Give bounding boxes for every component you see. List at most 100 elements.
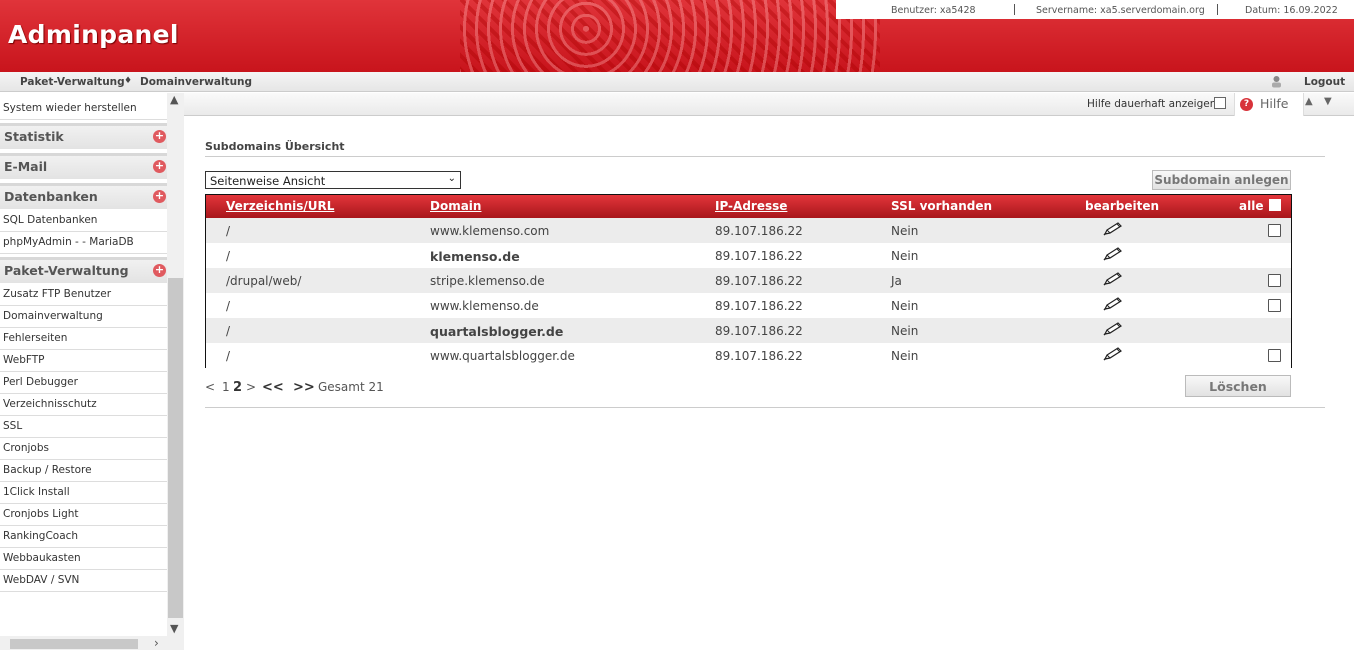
cell-ip: 89.107.186.22 <box>715 349 803 363</box>
sidebar-item-webbaukasten[interactable]: Webbaukasten <box>0 548 167 570</box>
subdomain-table: Verzeichnis/URL Domain IP-Adresse SSL vo… <box>205 194 1292 368</box>
cell-ssl: Nein <box>891 299 919 313</box>
arrow-down-icon[interactable]: ▼ <box>1324 96 1332 107</box>
scrollbar-thumb[interactable] <box>168 278 183 618</box>
sidebar-item-1click-install[interactable]: 1Click Install <box>0 482 167 504</box>
column-header-edit: bearbeiten <box>1085 199 1160 213</box>
sidebar-item-ssl[interactable]: SSL <box>0 416 167 438</box>
view-select[interactable]: Seitenweise Ansicht ⌄ <box>205 171 461 189</box>
view-select-value: Seitenweise Ansicht <box>210 174 326 188</box>
header-texture <box>460 0 880 72</box>
pencil-icon[interactable] <box>1103 322 1125 336</box>
expand-icon[interactable]: + <box>153 190 166 203</box>
breadcrumb: Paket-Verwaltung ♦ Domainverwaltung Logo… <box>0 72 1354 92</box>
sidebar-item-zusatz-ftp[interactable]: Zusatz FTP Benutzer <box>0 284 167 306</box>
breadcrumb-paket-verwaltung[interactable]: Paket-Verwaltung <box>20 76 125 88</box>
user-icon[interactable] <box>1270 75 1283 88</box>
column-header-ip[interactable]: IP-Adresse <box>715 199 787 213</box>
cell-ip: 89.107.186.22 <box>715 324 803 338</box>
cell-ip: 89.107.186.22 <box>715 299 803 313</box>
column-header-directory[interactable]: Verzeichnis/URL <box>226 199 334 213</box>
divider <box>205 407 1325 408</box>
row-checkbox[interactable] <box>1268 349 1281 362</box>
table-row: / klemenso.de 89.107.186.22 Nein <box>206 243 1291 268</box>
help-label: Hilfe <box>1260 96 1289 111</box>
sidebar-section-label: Statistik <box>4 129 64 144</box>
table-row: / quartalsblogger.de 89.107.186.22 Nein <box>206 318 1291 343</box>
cell-ssl: Ja <box>891 274 902 288</box>
cell-ssl: Nein <box>891 249 919 263</box>
select-all-checkbox[interactable] <box>1269 199 1281 211</box>
expand-icon[interactable]: + <box>153 264 166 277</box>
sidebar-item-webftp[interactable]: WebFTP <box>0 350 167 372</box>
help-icon: ? <box>1240 98 1253 111</box>
breadcrumb-domainverwaltung[interactable]: Domainverwaltung <box>140 76 252 88</box>
expand-icon[interactable]: + <box>153 160 166 173</box>
chevron-up-icon[interactable]: ▲ <box>170 93 178 106</box>
create-subdomain-button[interactable]: Subdomain anlegen <box>1152 170 1291 190</box>
pager-last[interactable]: >> <box>293 380 315 395</box>
cell-directory: / <box>226 324 231 338</box>
sidebar-section-paket-verwaltung[interactable]: Paket-Verwaltung + <box>0 257 167 283</box>
column-header-domain[interactable]: Domain <box>430 199 481 213</box>
sidebar-item-system-restore[interactable]: System wieder herstellen <box>0 98 167 120</box>
sidebar-item-webdav-svn[interactable]: WebDAV / SVN <box>0 570 167 592</box>
cell-domain: stripe.klemenso.de <box>430 274 545 288</box>
pencil-icon[interactable] <box>1103 347 1125 361</box>
help-tab[interactable]: ? Hilfe <box>1234 93 1304 116</box>
arrow-up-icon[interactable]: ▲ <box>1305 96 1313 107</box>
sidebar-item-fehlerseiten[interactable]: Fehlerseiten <box>0 328 167 350</box>
sidebar-section-email[interactable]: E-Mail + <box>0 153 167 179</box>
pager-page-1[interactable]: 1 <box>222 380 230 394</box>
sidebar-section-label: Datenbanken <box>4 189 98 204</box>
cell-ip: 89.107.186.22 <box>715 224 803 238</box>
row-checkbox[interactable] <box>1268 299 1281 312</box>
cell-domain: www.quartalsblogger.de <box>430 349 575 363</box>
sidebar-item-domainverwaltung[interactable]: Domainverwaltung <box>0 306 167 328</box>
row-checkbox[interactable] <box>1268 224 1281 237</box>
sidebar-item-cronjobs[interactable]: Cronjobs <box>0 438 167 460</box>
cell-ssl: Nein <box>891 324 919 338</box>
pencil-icon[interactable] <box>1103 297 1125 311</box>
sidebar-section-statistik[interactable]: Statistik + <box>0 123 167 149</box>
column-header-ssl: SSL vorhanden <box>891 199 993 213</box>
cell-ssl: Nein <box>891 349 919 363</box>
pager-first[interactable]: << <box>262 380 284 395</box>
sidebar-item-backup-restore[interactable]: Backup / Restore <box>0 460 167 482</box>
cell-domain: klemenso.de <box>430 249 520 264</box>
user-info: Benutzer: xa5428 <box>891 5 976 16</box>
delete-button[interactable]: Löschen <box>1185 375 1291 397</box>
breadcrumb-separator: ♦ <box>124 76 133 86</box>
server-info: Servername: xa5.serverdomain.org <box>1036 5 1205 16</box>
sidebar-item-phpmyadmin[interactable]: phpMyAdmin - - MariaDB <box>0 232 167 254</box>
sidebar-item-perl-debugger[interactable]: Perl Debugger <box>0 372 167 394</box>
sidebar-section-datenbanken[interactable]: Datenbanken + <box>0 183 167 209</box>
divider <box>1014 4 1015 15</box>
sidebar-item-verzeichnisschutz[interactable]: Verzeichnisschutz <box>0 394 167 416</box>
chevron-down-icon[interactable]: ▼ <box>170 622 178 635</box>
help-permanent-checkbox[interactable] <box>1214 97 1226 109</box>
sidebar-item-cronjobs-light[interactable]: Cronjobs Light <box>0 504 167 526</box>
sidebar-item-sql-datenbanken[interactable]: SQL Datenbanken <box>0 210 167 232</box>
horizontal-scrollbar-thumb[interactable] <box>10 639 138 649</box>
pencil-icon[interactable] <box>1103 247 1125 261</box>
date-info: Datum: 16.09.2022 <box>1245 5 1338 16</box>
pager-page-2[interactable]: 2 <box>233 380 242 395</box>
cell-domain: www.klemenso.com <box>430 224 550 238</box>
cell-ssl: Nein <box>891 224 919 238</box>
table-row: /drupal/web/stripe.klemenso.de 89.107.186… <box>206 268 1291 293</box>
chevron-right-icon[interactable]: › <box>154 636 159 650</box>
cell-directory: /drupal/web/ <box>226 274 302 288</box>
pager-next[interactable]: > <box>246 380 256 394</box>
expand-icon[interactable]: + <box>153 130 166 143</box>
table-row: / www.klemenso.de 89.107.186.22 Nein <box>206 293 1291 318</box>
pager-prev[interactable]: < <box>205 380 215 394</box>
pencil-icon[interactable] <box>1103 222 1125 236</box>
sidebar: phpMyAdmin System wieder herstellen Stat… <box>0 93 184 650</box>
cell-domain: www.klemenso.de <box>430 299 539 313</box>
cell-domain: quartalsblogger.de <box>430 324 564 339</box>
sidebar-item-rankingcoach[interactable]: RankingCoach <box>0 526 167 548</box>
pencil-icon[interactable] <box>1103 272 1125 286</box>
row-checkbox[interactable] <box>1268 274 1281 287</box>
logout-link[interactable]: Logout <box>1304 76 1345 88</box>
